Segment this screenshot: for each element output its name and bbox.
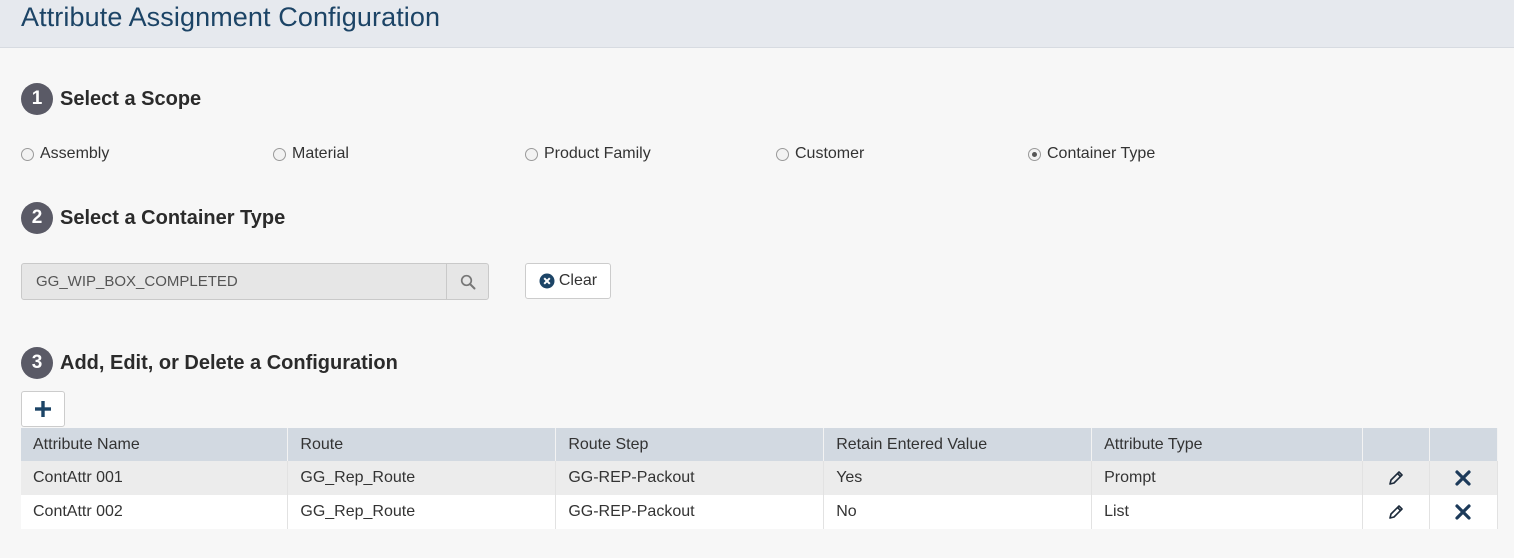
step-title: Select a Container Type — [60, 206, 286, 229]
radio-circle[interactable] — [776, 147, 789, 161]
search-icon — [460, 274, 476, 289]
scope-radio-container-type[interactable]: Container Type — [1028, 145, 1155, 163]
step-number-badge: 3 — [21, 347, 53, 379]
pencil-icon[interactable] — [1363, 461, 1429, 495]
cell-route: GG_Rep_Route — [287, 461, 557, 495]
cell-route-step: GG-REP-Packout — [555, 461, 825, 495]
table-row: ContAttr 002 GG_Rep_Route GG-REP-Packout… — [21, 495, 1499, 529]
container-type-input[interactable] — [22, 264, 446, 299]
table-header-row: Attribute Name Route Route Step Retain E… — [21, 428, 1499, 461]
close-icon[interactable] — [1430, 461, 1497, 495]
clear-button[interactable]: Clear — [525, 263, 611, 299]
scope-radio-assembly[interactable]: Assembly — [21, 145, 109, 163]
plus-icon — [35, 401, 51, 417]
step-number-badge: 1 — [21, 83, 53, 115]
cell-retain-value: Yes — [823, 461, 1093, 495]
column-header[interactable]: Attribute Name — [21, 428, 289, 461]
column-header-edit — [1362, 428, 1430, 461]
radio-label: Material — [292, 145, 349, 162]
column-header-delete — [1429, 428, 1499, 461]
edit-button[interactable] — [1362, 461, 1430, 495]
scope-radio-material[interactable]: Material — [273, 145, 349, 163]
cell-attribute-name: ContAttr 002 — [21, 495, 289, 529]
scope-radio-group: Assembly Material Product Family Custome… — [0, 145, 1514, 167]
times-circle-icon — [539, 273, 555, 289]
cell-attribute-type: List — [1091, 495, 1363, 529]
radio-circle[interactable] — [21, 147, 34, 161]
radio-label: Product Family — [544, 145, 651, 162]
radio-circle-selected[interactable] — [1028, 147, 1041, 161]
page-title: Attribute Assignment Configuration — [21, 2, 441, 32]
step-number-badge: 2 — [21, 202, 53, 234]
delete-button[interactable] — [1429, 495, 1499, 529]
delete-button[interactable] — [1429, 461, 1499, 495]
cell-route: GG_Rep_Route — [287, 495, 557, 529]
page-header: Attribute Assignment Configuration — [0, 0, 1514, 48]
step-3: 3 Add, Edit, or Delete a Configuration — [21, 347, 398, 379]
radio-circle[interactable] — [525, 147, 538, 161]
step-title: Select a Scope — [60, 87, 202, 110]
scope-radio-product-family[interactable]: Product Family — [525, 145, 651, 163]
cell-route-step: GG-REP-Packout — [555, 495, 825, 529]
table-row: ContAttr 001 GG_Rep_Route GG-REP-Packout… — [21, 461, 1499, 495]
radio-circle[interactable] — [273, 147, 286, 161]
cell-attribute-type: Prompt — [1091, 461, 1363, 495]
cell-attribute-name: ContAttr 001 — [21, 461, 289, 495]
search-button[interactable] — [446, 264, 489, 299]
close-icon[interactable] — [1430, 495, 1497, 529]
edit-button[interactable] — [1362, 495, 1430, 529]
scope-radio-customer[interactable]: Customer — [776, 145, 864, 163]
configuration-table: Attribute Name Route Route Step Retain E… — [21, 428, 1499, 529]
column-header[interactable]: Attribute Type — [1091, 428, 1363, 461]
pencil-icon[interactable] — [1363, 495, 1429, 529]
clear-button-label: Clear — [558, 272, 598, 289]
step-2: 2 Select a Container Type — [21, 202, 285, 234]
add-configuration-button[interactable] — [21, 391, 65, 427]
container-type-search — [21, 263, 489, 300]
radio-label: Customer — [795, 145, 865, 162]
cell-retain-value: No — [823, 495, 1093, 529]
column-header[interactable]: Route — [287, 428, 557, 461]
radio-label: Assembly — [40, 145, 110, 162]
radio-label: Container Type — [1047, 145, 1156, 162]
column-header[interactable]: Route Step — [555, 428, 825, 461]
step-1: 1 Select a Scope — [21, 83, 201, 115]
step-title: Add, Edit, or Delete a Configuration — [60, 351, 398, 374]
column-header[interactable]: Retain Entered Value — [823, 428, 1093, 461]
